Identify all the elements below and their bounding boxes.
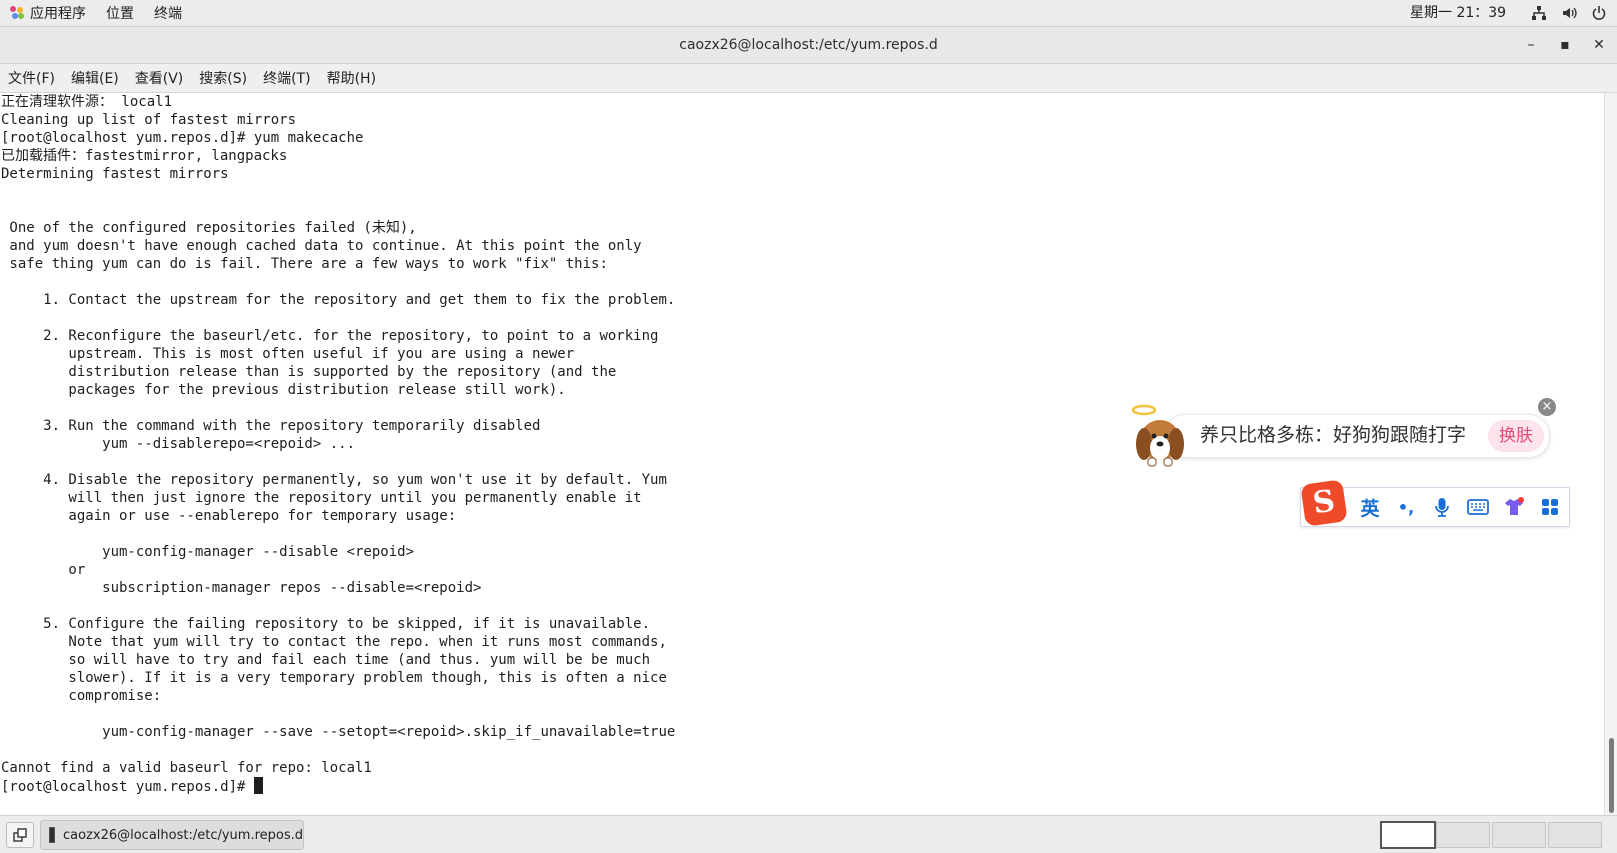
terminal-line: will then just ignore the repository unt… xyxy=(1,490,642,506)
show-desktop-button[interactable] xyxy=(6,822,34,848)
shirt-icon[interactable] xyxy=(1499,492,1529,522)
terminal-line: 3. Run the command with the repository t… xyxy=(1,418,541,434)
system-tray[interactable] xyxy=(1531,0,1607,26)
workspace-4[interactable] xyxy=(1548,822,1602,848)
minimize-button[interactable]: – xyxy=(1521,35,1541,55)
taskbar-window-terminal[interactable]: caozx26@localhost:/etc/yum.repos.d xyxy=(40,820,304,850)
ime-mode-toggle[interactable]: 英 xyxy=(1355,492,1385,522)
applications-menu[interactable]: 应用程序 xyxy=(0,0,96,26)
terminal-line: yum-config-manager --save --setopt=<repo… xyxy=(1,724,676,740)
terminal-line: 4. Disable the repository permanently, s… xyxy=(1,472,667,488)
terminal-line: 2. Reconfigure the baseurl/etc. for the … xyxy=(1,328,659,344)
terminal-line: safe thing yum can do is fail. There are… xyxy=(1,256,608,272)
change-skin-button[interactable]: 换肤 xyxy=(1488,420,1544,452)
window-titlebar[interactable]: caozx26@localhost:/etc/yum.repos.d – ▪ ✕ xyxy=(0,27,1617,64)
menu-file[interactable]: 文件(F) xyxy=(0,68,63,88)
shell-prompt: [root@localhost yum.repos.d]# xyxy=(1,779,254,795)
power-icon[interactable] xyxy=(1591,5,1607,21)
terminal-line: yum-config-manager --disable <repoid> xyxy=(1,544,415,560)
top-panel: 应用程序 位置 终端 星期一 21：39 xyxy=(0,0,1617,27)
terminal-line: Cannot find a valid baseurl for repo: lo… xyxy=(1,760,372,776)
terminal-line: [root@localhost yum.repos.d]# yum makeca… xyxy=(1,130,364,146)
volume-icon[interactable] xyxy=(1561,5,1577,21)
clock[interactable]: 星期一 21：39 xyxy=(1410,0,1506,26)
menu-search[interactable]: 搜索(S) xyxy=(191,68,255,88)
beagle-mascot-icon xyxy=(1131,404,1184,467)
terminal-line: Determining fastest mirrors xyxy=(1,166,229,182)
keyboard-icon[interactable] xyxy=(1463,492,1493,522)
terminal-menubar: 文件(F) 编辑(E) 查看(V) 搜索(S) 终端(T) 帮助(H) xyxy=(0,64,1617,93)
terminal-app-menu[interactable]: 终端 xyxy=(144,0,192,26)
terminal-line: compromise: xyxy=(1,688,162,704)
terminal-line: upstream. This is most often useful if y… xyxy=(1,346,575,362)
menu-edit[interactable]: 编辑(E) xyxy=(63,68,127,88)
bottom-taskbar: caozx26@localhost:/etc/yum.repos.d xyxy=(0,815,1617,853)
terminal-line: slower). If it is a very temporary probl… xyxy=(1,670,667,686)
scrollbar-thumb[interactable] xyxy=(1609,738,1614,813)
ime-ad-bubble[interactable]: 养只比格多栋：好狗狗跟随打字 换肤 × xyxy=(1130,398,1556,467)
menu-terminal[interactable]: 终端(T) xyxy=(255,68,318,88)
ime-toolbar: S 英 •, xyxy=(1300,479,1570,527)
text-cursor xyxy=(253,777,263,794)
grid-icon[interactable] xyxy=(1535,492,1565,522)
maximize-button[interactable]: ▪ xyxy=(1555,35,1575,55)
terminal-app-label: 终端 xyxy=(154,6,182,22)
terminal-line: 正在清理软件源： local1 xyxy=(1,94,173,110)
terminal-line: 已加载插件：fastestmirror, langpacks xyxy=(1,148,288,164)
workspace-2[interactable] xyxy=(1436,822,1490,848)
taskbar-window-title: caozx26@localhost:/etc/yum.repos.d xyxy=(62,827,303,843)
ad-close-icon[interactable]: × xyxy=(1538,398,1556,416)
workspace-3[interactable] xyxy=(1492,822,1546,848)
terminal-line: 1. Contact the upstream for the reposito… xyxy=(1,292,676,308)
terminal-line: so will have to try and fail each time (… xyxy=(1,652,651,668)
workspace-1[interactable] xyxy=(1380,821,1436,849)
ad-text: 养只比格多栋：好狗狗跟随打字 xyxy=(1200,424,1467,446)
applications-icon xyxy=(10,6,24,20)
close-button[interactable]: ✕ xyxy=(1589,35,1609,55)
menu-view[interactable]: 查看(V) xyxy=(127,68,192,88)
menu-help[interactable]: 帮助(H) xyxy=(319,68,384,88)
microphone-icon[interactable] xyxy=(1427,492,1457,522)
sogou-logo-icon[interactable]: S xyxy=(1300,479,1348,527)
terminal-line: Cleaning up list of fastest mirrors xyxy=(1,112,297,128)
applications-label: 应用程序 xyxy=(30,6,86,22)
terminal-line: again or use --enablerepo for temporary … xyxy=(1,508,457,524)
window-title: caozx26@localhost:/etc/yum.repos.d xyxy=(679,37,938,53)
terminal-line: distribution release than is supported b… xyxy=(1,364,617,380)
terminal-line: subscription-manager repos --disable=<re… xyxy=(1,580,482,596)
terminal-line: and yum doesn't have enough cached data … xyxy=(1,238,642,254)
show-desktop-icon xyxy=(13,828,27,842)
network-icon[interactable] xyxy=(1531,5,1547,21)
terminal-line: or xyxy=(1,562,86,578)
terminal-line: packages for the previous distribution r… xyxy=(1,382,566,398)
ime-punctuation-toggle[interactable]: •, xyxy=(1391,492,1421,522)
terminal-line: One of the configured repositories faile… xyxy=(1,220,417,236)
terminal-line: yum --disablerepo=<repoid> ... xyxy=(1,436,356,452)
terminal-line: 5. Configure the failing repository to b… xyxy=(1,616,651,632)
terminal-icon xyxy=(49,827,55,843)
terminal-line: Note that yum will try to contact the re… xyxy=(1,634,667,650)
places-label: 位置 xyxy=(106,6,134,22)
places-menu[interactable]: 位置 xyxy=(96,0,144,26)
terminal-scrollbar[interactable] xyxy=(1604,93,1617,815)
